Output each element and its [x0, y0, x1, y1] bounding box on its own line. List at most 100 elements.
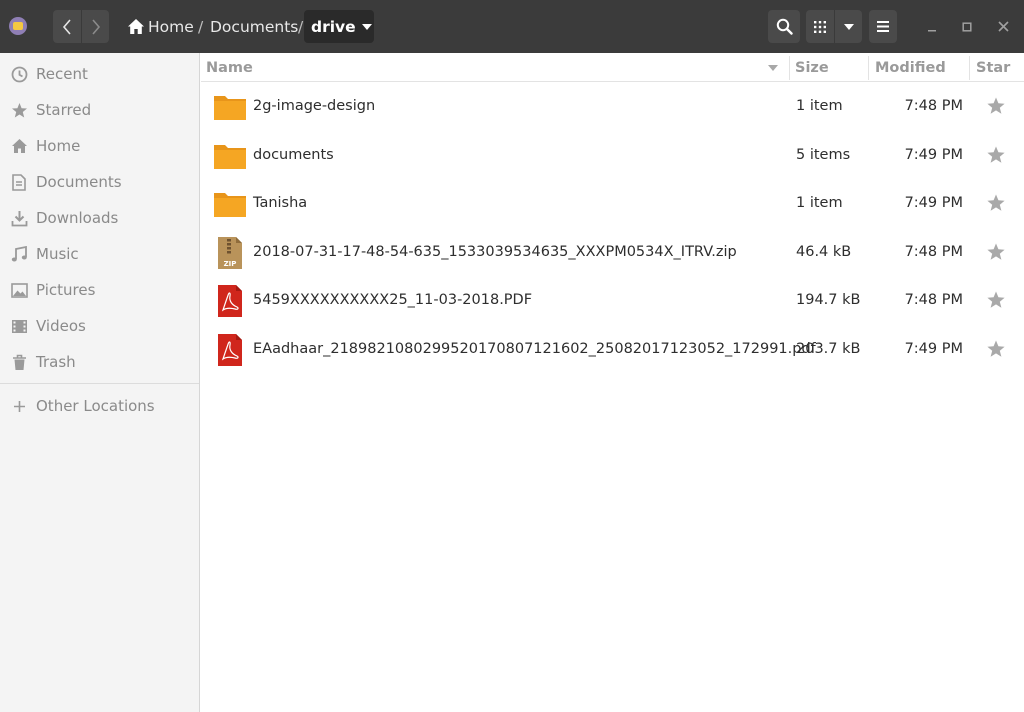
home-icon — [10, 137, 28, 155]
sidebar-item-label: Pictures — [36, 281, 96, 299]
sidebar-item-pictures[interactable]: Pictures — [0, 272, 199, 308]
sidebar-item-other-locations[interactable]: Other Locations — [0, 388, 199, 424]
sidebar-item-label: Music — [36, 245, 79, 263]
header-bar: Home / Documents / drive — [0, 0, 1024, 53]
breadcrumb-current[interactable]: drive — [304, 10, 374, 43]
folder-icon — [214, 193, 246, 217]
file-row[interactable]: Tanisha 1 item 7:49 PM — [201, 179, 1024, 227]
picture-icon — [10, 281, 28, 299]
star-icon — [10, 101, 28, 119]
search-button[interactable] — [768, 10, 800, 43]
sidebar-item-label: Starred — [36, 101, 92, 119]
sidebar-item-trash[interactable]: Trash — [0, 344, 199, 380]
plus-icon — [10, 397, 28, 415]
file-row[interactable]: 5459XXXXXXXXXX25_11-03-2018.PDF 194.7 kB… — [201, 276, 1024, 324]
sidebar-item-starred[interactable]: Starred — [0, 92, 199, 128]
minimize-icon — [928, 29, 936, 31]
column-divider[interactable] — [789, 56, 790, 80]
zip-archive-icon: ZIP — [218, 237, 242, 269]
back-button[interactable] — [53, 10, 81, 43]
sidebar-item-recent[interactable]: Recent — [0, 56, 199, 92]
file-modified: 7:48 PM — [904, 244, 963, 260]
zip-label: ZIP — [224, 260, 237, 268]
file-modified: 7:48 PM — [904, 292, 963, 308]
column-divider[interactable] — [969, 56, 970, 80]
column-size[interactable]: Size — [795, 53, 829, 82]
file-modified: 7:48 PM — [904, 98, 963, 114]
sidebar-item-music[interactable]: Music — [0, 236, 199, 272]
breadcrumb-home[interactable]: Home — [127, 10, 194, 43]
star-icon[interactable] — [986, 339, 1006, 359]
sidebar-item-label: Documents — [36, 173, 122, 191]
sidebar-item-downloads[interactable]: Downloads — [0, 200, 199, 236]
chevron-right-icon — [91, 18, 100, 35]
file-name: documents — [253, 147, 334, 163]
sidebar-item-documents[interactable]: Documents — [0, 164, 199, 200]
file-size: 5 items — [796, 147, 851, 163]
minimize-button[interactable] — [918, 10, 946, 43]
sidebar-divider — [0, 383, 199, 384]
file-size: 1 item — [796, 98, 843, 114]
column-modified[interactable]: Modified — [875, 53, 946, 82]
view-options — [806, 10, 862, 43]
column-divider[interactable] — [868, 56, 869, 80]
sidebar-item-videos[interactable]: Videos — [0, 308, 199, 344]
home-icon — [128, 19, 144, 34]
pdf-icon — [218, 285, 242, 317]
forward-button[interactable] — [81, 10, 109, 43]
file-size: 203.7 kB — [796, 341, 861, 357]
file-row[interactable]: 2g-image-design 1 item 7:48 PM — [201, 82, 1024, 130]
clock-icon — [10, 65, 28, 83]
breadcrumb-separator: / — [298, 17, 304, 36]
star-icon[interactable] — [986, 145, 1006, 165]
close-button[interactable] — [989, 10, 1017, 43]
file-row[interactable]: EAadhaar_2189821080299520170807121602_25… — [201, 325, 1024, 373]
caret-down-icon — [361, 23, 372, 30]
file-row[interactable]: documents 5 items 7:49 PM — [201, 131, 1024, 179]
grid-icon — [814, 20, 826, 33]
music-icon — [10, 245, 28, 263]
sidebar-item-home[interactable]: Home — [0, 128, 199, 164]
column-name[interactable]: Name — [206, 53, 791, 82]
menu-button[interactable] — [869, 10, 897, 43]
folder-icon — [214, 145, 246, 169]
sidebar-item-label: Videos — [36, 317, 86, 335]
maximize-button[interactable] — [953, 10, 981, 43]
file-row[interactable]: ZIP 2018-07-31-17-48-54-635_153303953463… — [201, 228, 1024, 276]
star-icon[interactable] — [986, 96, 1006, 116]
video-icon — [10, 317, 28, 335]
file-name: 2018-07-31-17-48-54-635_1533039534635_XX… — [253, 244, 737, 260]
hamburger-icon — [877, 21, 889, 32]
file-size: 46.4 kB — [796, 244, 852, 260]
file-modified: 7:49 PM — [904, 147, 963, 163]
file-size: 1 item — [796, 195, 843, 211]
folder-icon — [214, 96, 246, 120]
breadcrumb-documents[interactable]: Documents — [210, 10, 298, 43]
file-modified: 7:49 PM — [904, 341, 963, 357]
star-icon[interactable] — [986, 290, 1006, 310]
sidebar: Recent Starred Home Documents Downloads … — [0, 53, 200, 712]
download-icon — [10, 209, 28, 227]
sidebar-item-label: Home — [36, 137, 81, 155]
sidebar-item-label: Recent — [36, 65, 88, 83]
breadcrumb-home-label: Home — [148, 17, 194, 36]
chevron-left-icon — [62, 18, 71, 35]
trash-icon — [10, 353, 28, 371]
file-name: 2g-image-design — [253, 98, 376, 114]
sidebar-item-label: Other Locations — [36, 397, 155, 415]
breadcrumb-separator: / — [198, 17, 204, 36]
file-modified: 7:49 PM — [904, 195, 963, 211]
app-icon — [9, 17, 27, 35]
grid-view-button[interactable] — [806, 10, 834, 43]
star-icon[interactable] — [986, 242, 1006, 262]
close-icon — [997, 21, 1009, 32]
column-header: Name Size Modified Star — [201, 53, 1024, 82]
column-star[interactable]: Star — [976, 53, 1010, 82]
file-name: EAadhaar_2189821080299520170807121602_25… — [253, 341, 816, 357]
breadcrumb-current-label: drive — [311, 17, 356, 36]
view-dropdown-button[interactable] — [834, 10, 862, 43]
star-icon[interactable] — [986, 193, 1006, 213]
caret-down-icon — [843, 23, 854, 30]
sidebar-item-label: Trash — [36, 353, 76, 371]
file-name: Tanisha — [253, 195, 308, 211]
